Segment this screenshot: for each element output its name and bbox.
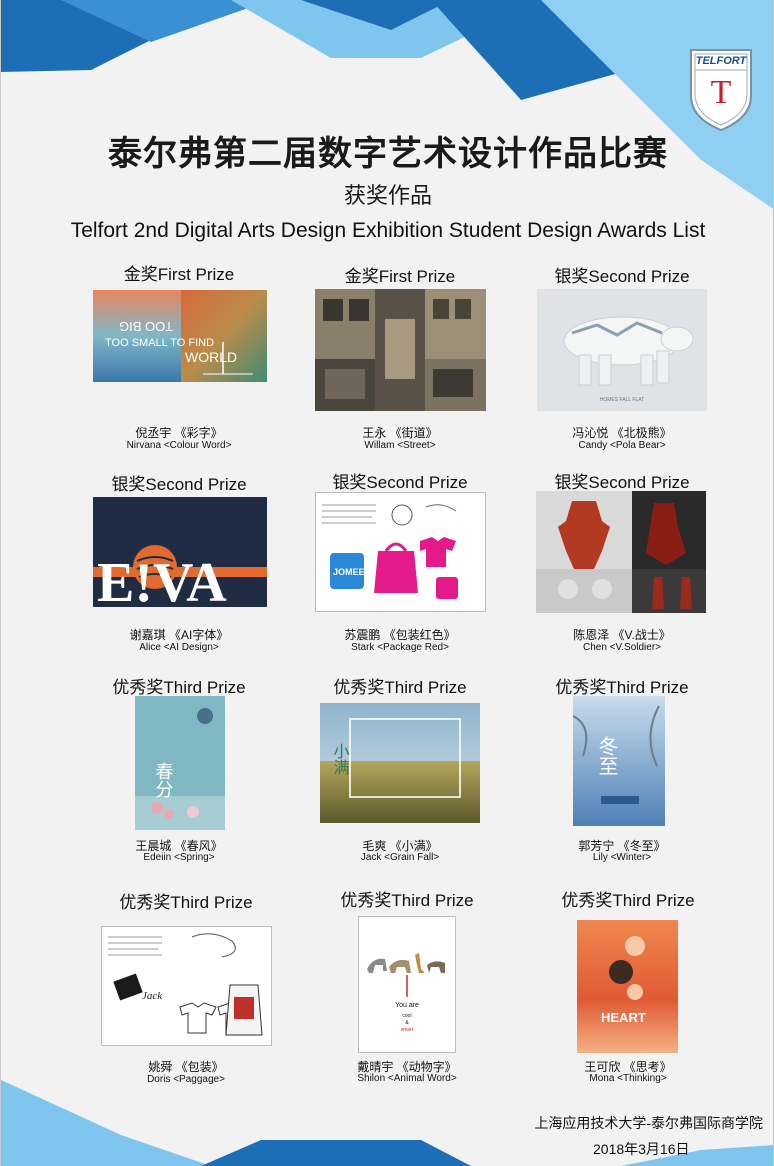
- artwork-v-soldier: [536, 491, 706, 613]
- work-title: Candy <Pola Bear>: [578, 440, 666, 451]
- work-title: Jack <Grain Fall>: [360, 852, 440, 863]
- work-title: Lily <Winter>: [592, 852, 652, 863]
- artwork-text: cool: [402, 1013, 411, 1019]
- prize-label: 优秀奖Third Prize: [112, 678, 246, 697]
- author-name: 苏震鹏 《包装红色》: [344, 628, 456, 642]
- artwork-package-red: JOMEES: [315, 492, 486, 612]
- author-name: 倪丞宇 《彩字》: [135, 426, 223, 440]
- prize-label: 银奖Second Prize: [332, 473, 468, 492]
- award-poster: TELFORT T 泰尔弗第二届数字艺术设计作品比赛 获奖作品 Telfort …: [0, 0, 774, 1166]
- artwork-pola-bear: HOMES FALL FLAT: [537, 289, 707, 411]
- work-title: Nirvana <Colour Word>: [126, 440, 232, 451]
- prize-label: 优秀奖Third Prize: [561, 891, 695, 910]
- work-title: Shilon <Animal Word>: [357, 1073, 457, 1084]
- work-title: Alice <AI Design>: [139, 642, 219, 653]
- artwork-ai-design: E!VA: [93, 497, 267, 607]
- artwork-thinking: HEART: [577, 920, 678, 1053]
- telfort-shield-logo: TELFORT T: [685, 44, 757, 132]
- artwork-animal-word: You are cool & smart: [358, 916, 456, 1053]
- work-title: Willam <Street>: [364, 440, 436, 451]
- artwork-text: E!VA: [97, 552, 227, 607]
- logo-text: TELFORT: [695, 55, 747, 67]
- artwork-text: &: [405, 1020, 409, 1026]
- artwork-text: 冬至: [595, 736, 619, 776]
- work-title: Chen <V.Soldier>: [582, 642, 662, 653]
- prize-label: 银奖Second Prize: [554, 473, 690, 492]
- page-subtitle-cn: 获奖作品: [343, 183, 432, 208]
- author-name: 姚舜 《包装》: [148, 1060, 224, 1074]
- page-title: 泰尔弗第二届数字艺术设计作品比赛: [108, 134, 668, 174]
- author-name: 冯沁悦 《北极熊》: [572, 426, 672, 440]
- bottom-center-band: [201, 1140, 471, 1166]
- prize-label: 优秀奖Third Prize: [555, 678, 689, 697]
- artwork-street: [315, 289, 486, 411]
- artwork-text: TOO BIG: [119, 319, 173, 334]
- prize-label: 银奖Second Prize: [554, 267, 690, 286]
- work-title: Doris <Paggage>: [147, 1074, 225, 1085]
- work-title: Stark <Package Red>: [351, 642, 449, 653]
- artwork-text: 春分: [153, 762, 174, 798]
- artwork-spring: 春分: [135, 696, 225, 830]
- page-subtitle-en: Telfort 2nd Digital Arts Design Exhibiti…: [70, 219, 706, 242]
- artwork-text: smart: [401, 1027, 414, 1033]
- author-name: 谢嘉琪 《AI字体》: [129, 628, 229, 642]
- artwork-text: TOO SMALL TO FIND: [105, 337, 214, 349]
- prize-label: 优秀奖Third Prize: [340, 891, 474, 910]
- prize-label: 优秀奖Third Prize: [333, 678, 467, 697]
- artwork-paggage: Jack: [101, 926, 272, 1046]
- artwork-text: Jack: [142, 990, 163, 1002]
- artwork-text: 小满: [331, 743, 350, 775]
- artwork-colour-word: TOO SMALL TO FIND TOO BIG WORLD: [93, 290, 267, 382]
- prize-label: 金奖First Prize: [123, 265, 235, 284]
- prize-label: 金奖First Prize: [344, 267, 456, 286]
- artwork-text: WORLD: [185, 349, 237, 365]
- artwork-grain-fall: 小满: [320, 703, 480, 823]
- author-name: 陈恩泽 《V.战士》: [573, 628, 671, 642]
- artwork-winter: 冬至: [573, 696, 665, 826]
- logo-letter: T: [710, 74, 732, 111]
- prize-label: 银奖Second Prize: [111, 475, 247, 494]
- bottom-left-band: [1, 1080, 211, 1166]
- work-title: Mona <Thinking>: [589, 1073, 667, 1084]
- artwork-text: HOMES FALL FLAT: [600, 397, 644, 403]
- artwork-text: HEART: [601, 1010, 646, 1025]
- artwork-text: JOMEES: [333, 567, 371, 577]
- footer-organization: 上海应用技术大学-泰尔弗国际商学院: [534, 1115, 763, 1131]
- artwork-text: You are: [395, 1002, 419, 1009]
- prize-label: 优秀奖Third Prize: [119, 893, 253, 912]
- footer-date: 2018年3月16日: [593, 1141, 690, 1157]
- author-name: 王永 《街道》: [362, 426, 438, 440]
- work-title: Edeiin <Spring>: [143, 852, 215, 863]
